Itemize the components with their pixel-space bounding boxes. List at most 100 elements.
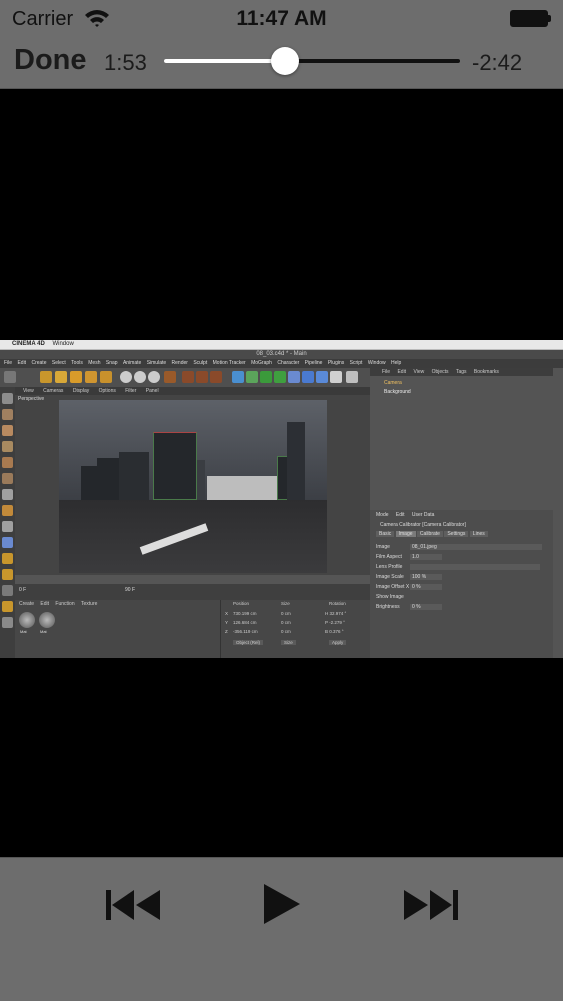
viewport: Perspective [15, 395, 370, 575]
viewport-menu: View Cameras Display Options Filter Pane… [15, 387, 370, 395]
skip-forward-icon[interactable] [402, 886, 460, 924]
objects-menu-item: Bookmarks [473, 369, 499, 375]
attributes-tab[interactable]: Image [395, 531, 416, 537]
app-menu: File Edit Create Select Tools Mesh Snap … [0, 359, 563, 368]
menu-item: Render [171, 360, 188, 366]
attributes-tab[interactable]: Settings [444, 531, 469, 537]
viewport-menu-item: Cameras [43, 388, 64, 394]
tool-icon [85, 371, 97, 383]
coord-value[interactable]: H 32.974 ° [325, 611, 346, 616]
coord-mode-select[interactable]: Object (Rel) [233, 640, 264, 645]
menu-item: Sculpt [193, 360, 208, 366]
tool-icon [100, 371, 112, 383]
tool-icon [2, 409, 13, 420]
attributes-tab[interactable]: Basic [376, 531, 395, 537]
object-icon [316, 371, 328, 383]
objects-menu-item: Objects [431, 369, 449, 375]
tool-icon [70, 371, 82, 383]
coord-value[interactable]: P -2.279 ° [325, 620, 345, 625]
done-button[interactable]: Done [14, 44, 87, 77]
elapsed-time: 1:53 [104, 50, 147, 75]
video-frame[interactable]: CINEMA 4D Window 08_03.c4d * - Main File… [0, 340, 563, 658]
attr-label: Film Aspect [376, 554, 402, 560]
render-icon [210, 371, 222, 383]
coord-size-select[interactable]: Size [281, 640, 296, 645]
menu-item: Edit [17, 360, 27, 366]
coord-value[interactable]: B 0.376 ° [325, 629, 344, 634]
skip-back-icon[interactable] [104, 886, 162, 924]
viewport-menu-item: Display [72, 388, 90, 394]
menu-item: Script [349, 360, 363, 366]
timeline-frame: 0 F [19, 587, 27, 593]
remaining-time: -2:42 [472, 50, 523, 75]
menu-item: Help [391, 360, 402, 366]
play-icon[interactable] [262, 882, 302, 924]
coord-value[interactable]: 0 cm [281, 629, 291, 634]
attr-label: Image [376, 544, 390, 550]
object-icon [246, 371, 258, 383]
tool-icon [2, 569, 13, 580]
attr-value[interactable]: 0 % [410, 604, 442, 610]
tool-icon [2, 537, 13, 548]
viewport-menu-item: Filter [125, 388, 137, 394]
attr-value[interactable]: 08_01.jpeg [410, 544, 542, 550]
attr-value[interactable]: 0 % [410, 584, 442, 590]
tool-icon [2, 473, 13, 484]
material-swatch [19, 612, 35, 628]
materials-panel: Create Edit Function Texture Mat Mat [15, 600, 220, 658]
x-axis-icon [120, 371, 132, 383]
coord-value[interactable]: -356.119 cm [233, 629, 258, 634]
coord-axis: Y [225, 620, 229, 625]
coord-value[interactable]: 0 cm [281, 611, 291, 616]
object-icon [330, 371, 342, 383]
attributes-tab[interactable]: Lines [469, 531, 488, 537]
app-toolbar [0, 368, 370, 387]
coord-value[interactable]: 0 cm [281, 620, 291, 625]
material-label: Mat [40, 629, 47, 634]
tool-icon [164, 371, 176, 383]
timeline-ruler [15, 575, 370, 584]
coord-header: Position [233, 601, 250, 606]
coord-header: Size [281, 601, 290, 606]
attr-label: Show Image [376, 594, 404, 600]
object-item[interactable]: Camera [384, 380, 402, 386]
attr-value[interactable]: 1.0 [410, 554, 442, 560]
scrubber-slider[interactable] [164, 47, 460, 75]
tool-icon [2, 505, 13, 516]
attr-value[interactable] [410, 564, 540, 570]
material-swatch [39, 612, 55, 628]
timeline-end: 90 F [125, 587, 136, 593]
attr-value[interactable]: 100 % [410, 574, 442, 580]
menu-item: Character [277, 360, 300, 366]
attributes-menu-item: Mode [376, 512, 389, 518]
viewport-menu-item: Panel [145, 388, 159, 394]
materials-menu-item: Edit [40, 601, 50, 607]
object-icon [288, 371, 300, 383]
object-icon [302, 371, 314, 383]
object-icon [346, 371, 358, 383]
objects-menu-item: View [413, 369, 425, 375]
attr-label: Brightness [376, 604, 400, 610]
coord-value[interactable]: 126.684 cm [233, 620, 257, 625]
object-item[interactable]: Background [384, 389, 411, 395]
tool-icon [2, 393, 13, 404]
objects-menu-item: Tags [455, 369, 467, 375]
tool-icon [2, 441, 13, 452]
viewport-menu-item: View [23, 388, 34, 394]
status-time: 11:47 AM [236, 7, 327, 30]
attributes-tab[interactable]: Calibrate [416, 531, 443, 537]
materials-menu-item: Create [19, 601, 35, 607]
coord-value[interactable]: 730.199 cm [233, 611, 257, 616]
materials-menu-item: Texture [81, 601, 98, 607]
timeline[interactable]: 0 F 90 F [15, 575, 370, 600]
tool-icon [2, 585, 13, 596]
coord-axis: X [225, 611, 229, 616]
scrubber-thumb[interactable] [271, 47, 300, 75]
viewport-menu-item: Options [98, 388, 116, 394]
status-bar: Carrier 11:47 AM [0, 0, 563, 36]
attr-label: Image Offset X [376, 584, 410, 590]
render-icon [182, 371, 194, 383]
apply-button[interactable]: Apply [329, 640, 347, 645]
z-axis-icon [148, 371, 160, 383]
menu-item: Tools [71, 360, 83, 366]
